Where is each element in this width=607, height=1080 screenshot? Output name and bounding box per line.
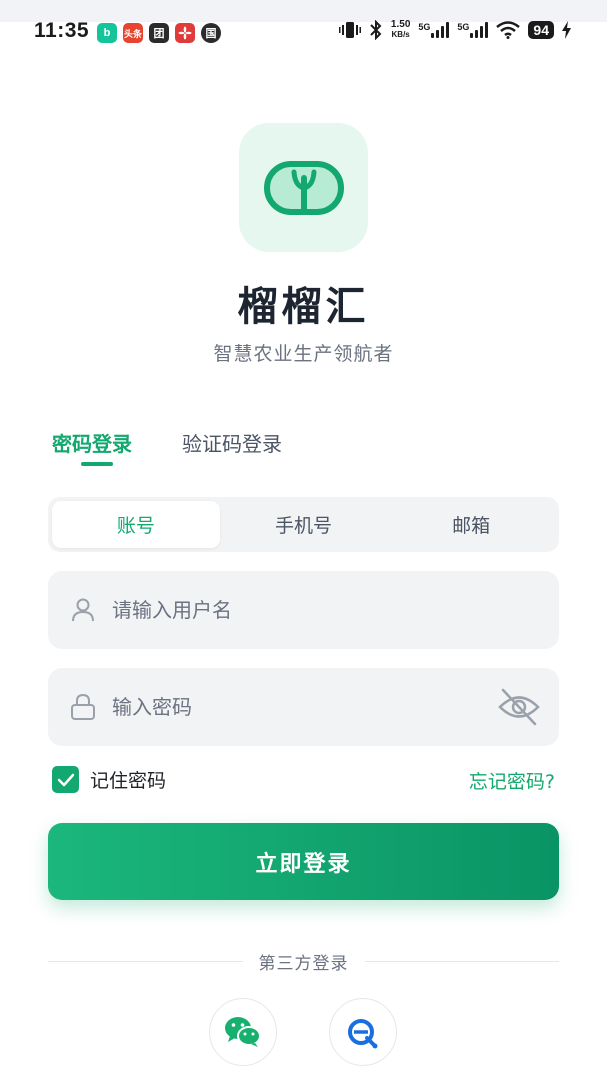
charging-icon xyxy=(562,21,571,39)
tab-active-underline xyxy=(81,462,113,466)
sprout-logo-icon xyxy=(263,160,344,215)
signal-bars-icon xyxy=(470,22,489,38)
user-icon xyxy=(70,597,96,623)
account-type-email[interactable]: 邮箱 xyxy=(387,501,555,548)
login-button[interactable]: 立即登录 xyxy=(48,823,559,900)
third-party-divider: 第三方登录 xyxy=(48,948,559,974)
system-icons: 1.50 KB/s 5G 5G 94 xyxy=(338,20,571,40)
wifi-icon xyxy=(496,21,521,39)
vibrate-icon xyxy=(338,22,361,38)
bilibili-icon: b xyxy=(97,23,117,43)
remember-label: 记住密码 xyxy=(90,770,167,792)
tab-password-login-label: 密码登录 xyxy=(52,432,132,456)
app-logo xyxy=(239,123,368,252)
password-input[interactable] xyxy=(110,694,474,720)
signal-1-label: 5G xyxy=(418,22,431,32)
username-field-container xyxy=(48,571,559,649)
signal-2: 5G xyxy=(457,22,489,38)
signal-2-label: 5G xyxy=(457,22,470,32)
account-type-account[interactable]: 账号 xyxy=(52,501,220,548)
username-input[interactable] xyxy=(110,597,474,623)
battery-level: 94 xyxy=(528,21,554,39)
divider-line-left xyxy=(48,960,243,962)
huawei-icon xyxy=(175,23,195,43)
signal-bars-icon xyxy=(431,22,450,38)
net-speed-value: 1.50 xyxy=(390,19,411,30)
guo-icon: 国 xyxy=(201,23,221,43)
net-speed: 1.50 KB/s xyxy=(391,20,410,40)
app-slogan: 智慧农业生产领航者 xyxy=(213,343,394,365)
app-name: 榴榴汇 xyxy=(237,284,370,330)
login-tabs: 密码登录 验证码登录 xyxy=(52,428,282,466)
divider-line-right xyxy=(364,960,559,962)
tab-password-login[interactable]: 密码登录 xyxy=(52,428,132,466)
tab-code-login[interactable]: 验证码登录 xyxy=(182,428,282,457)
qq-login-button[interactable] xyxy=(329,998,397,1066)
eye-off-icon[interactable] xyxy=(497,686,541,732)
bluetooth-icon xyxy=(370,20,382,40)
remember-password-toggle[interactable]: 记住密码 xyxy=(52,766,166,793)
wechat-login-button[interactable] xyxy=(209,998,277,1066)
qq-icon xyxy=(348,1019,378,1049)
signal-1: 5G xyxy=(418,22,450,38)
toutiao-icon: 头条 xyxy=(123,23,143,43)
tab-code-login-label: 验证码登录 xyxy=(182,432,282,456)
notification-icons: b 头条 团 国 xyxy=(97,23,221,43)
lock-icon xyxy=(70,693,96,720)
third-party-label: 第三方登录 xyxy=(258,953,349,974)
account-type-selector: 账号 手机号 邮箱 xyxy=(48,497,559,552)
password-field-container xyxy=(48,668,559,746)
remember-checkbox[interactable] xyxy=(52,766,79,793)
status-bar: 11:35 b 头条 团 国 1.50 KB/s 5G 5G 94 xyxy=(0,0,607,66)
check-icon xyxy=(57,773,74,786)
forgot-password-link[interactable]: 忘记密码? xyxy=(469,767,555,794)
tuan-icon: 团 xyxy=(149,23,169,43)
status-time: 11:35 xyxy=(34,19,90,42)
net-speed-unit: KB/s xyxy=(391,30,410,39)
wechat-icon xyxy=(225,1017,261,1047)
account-type-phone[interactable]: 手机号 xyxy=(220,501,388,548)
